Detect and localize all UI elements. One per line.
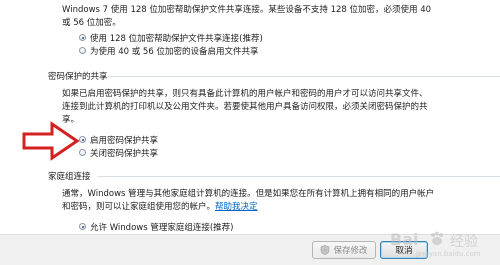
password-sharing-description-line2: 连接到此计算机的打印机以及公用文件夹。若要使其他用户具备访问权限，必须关闭密码保… — [62, 102, 428, 112]
watermark-suffix: 经验 — [450, 234, 478, 250]
homegroup-title: 家庭组连接 — [48, 172, 91, 182]
radio-40-56bit-encryption[interactable] — [79, 47, 86, 54]
radio-40-56bit-encryption-label: 为使用 40 或 56 位加密的设备启用文件共享 — [90, 47, 259, 57]
radio-disable-password-sharing-label: 关闭密码保护共享 — [90, 149, 159, 159]
radio-disable-password-sharing[interactable] — [79, 149, 86, 156]
encryption-description-line1: Windows 7 使用 128 位加密帮助保护文件共享连接。某些设备不支持 1… — [62, 5, 432, 15]
watermark-site: jingyan.baidu.com — [416, 250, 481, 258]
homegroup-divider — [98, 176, 500, 177]
shield-icon — [321, 245, 330, 255]
paw-icon — [431, 231, 443, 245]
encryption-description-line2: 或 56 位加密。 — [62, 18, 121, 28]
password-sharing-divider — [108, 76, 500, 77]
red-arrow-annotation — [22, 121, 80, 161]
radio-128bit-encryption-label: 使用 128 位加密帮助保护文件共享连接(推荐) — [90, 34, 263, 44]
homegroup-description-line1: 通常，Windows 管理与其他家庭组计算机的连接。但是如果您在所有计算机上拥有… — [62, 189, 435, 199]
radio-enable-password-sharing[interactable] — [79, 136, 86, 143]
password-sharing-description-line1: 如果已启用密码保护的共享，则只有具备此计算机的用户帐户和密码的用户才可以访问共享… — [62, 89, 428, 99]
radio-allow-windows-manage-homegroup[interactable] — [79, 223, 86, 230]
radio-enable-password-sharing-label: 启用密码保护共享 — [90, 136, 159, 146]
watermark-brand: Bai — [390, 230, 419, 249]
homegroup-description-line2: 和密码，则可以让家庭组使用您的帐户。帮助我决定 — [62, 200, 258, 212]
radio-128bit-encryption[interactable] — [79, 34, 86, 41]
homegroup-description-text: 和密码，则可以让家庭组使用您的帐户。 — [62, 202, 216, 212]
password-sharing-title: 密码保护的共享 — [48, 72, 108, 82]
help-me-decide-link[interactable]: 帮助我决定 — [215, 202, 258, 212]
radio-allow-windows-manage-homegroup-label: 允许 Windows 管理家庭组连接(推荐) — [90, 223, 234, 233]
baidu-jingyan-watermark: Bai 经验 jingyan.baidu.com — [354, 228, 498, 262]
